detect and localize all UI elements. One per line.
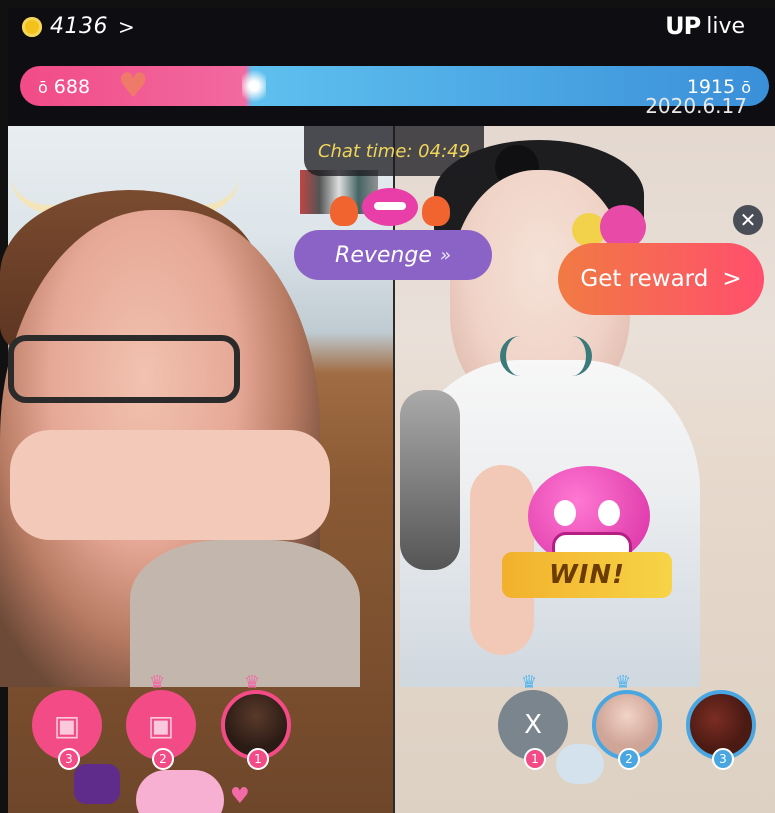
mascot-face bbox=[362, 188, 418, 226]
right-seat-2[interactable]: ♛ 2 bbox=[592, 672, 662, 770]
left-score: ō 688 bbox=[38, 76, 90, 98]
crown-icon: ♛ bbox=[615, 672, 632, 693]
coin-icon bbox=[22, 16, 42, 37]
right-seat-1[interactable]: ♛ X 1 bbox=[498, 672, 568, 770]
double-chevron-icon: » bbox=[439, 244, 451, 266]
microphone bbox=[400, 390, 460, 570]
heart-icon: ♥ bbox=[230, 784, 250, 809]
vip-emblem-icon bbox=[74, 764, 120, 804]
seat-rank: 1 bbox=[247, 748, 269, 770]
seat-rank: 1 bbox=[524, 748, 546, 770]
glasses bbox=[8, 335, 240, 403]
coin-balance[interactable]: 4136 > bbox=[22, 14, 135, 39]
revenge-label: Revenge bbox=[335, 242, 432, 268]
left-score-value: 688 bbox=[53, 76, 91, 98]
logo-text: live bbox=[706, 13, 745, 39]
close-reward-button[interactable]: ✕ bbox=[733, 205, 763, 235]
win-badge: WIN! bbox=[492, 446, 682, 602]
coin-arrow-icon: > bbox=[118, 14, 135, 39]
seat-rank: 2 bbox=[618, 748, 640, 770]
crown-icon: ♛ bbox=[521, 672, 538, 693]
right-seat-3[interactable]: 3 bbox=[686, 690, 756, 770]
revenge-button[interactable]: Revenge » bbox=[294, 230, 492, 280]
left-seat-2[interactable]: ♛ ▣ 2 bbox=[126, 672, 196, 770]
win-ribbon: WIN! bbox=[502, 552, 672, 598]
seat-rank: 2 bbox=[152, 748, 174, 770]
chair-icon: ▣ bbox=[53, 708, 81, 742]
chevron-right-icon: > bbox=[722, 266, 742, 292]
win-mascot-icon bbox=[528, 466, 650, 566]
chat-time-badge: Chat time: 04:49 bbox=[304, 126, 484, 176]
empty-seat-label: X bbox=[524, 710, 542, 740]
logo-mark: UP bbox=[665, 12, 701, 40]
crown-icon: ♛ bbox=[149, 672, 166, 693]
cloud-mascot-icon bbox=[556, 744, 604, 784]
date-watermark: 2020.6.17 bbox=[645, 94, 747, 118]
left-streamer-shirt bbox=[130, 540, 360, 687]
mascot-blob bbox=[136, 770, 224, 813]
get-reward-button[interactable]: Get reward > bbox=[558, 243, 764, 315]
left-streamer-hand bbox=[10, 430, 330, 540]
live-stream-screen: 4136 > UP live ō 688 1915 ō 2020.6.17 ♥ … bbox=[0, 0, 775, 813]
crown-icon: ♛ bbox=[244, 672, 261, 693]
left-seat-1[interactable]: ♛ 1 bbox=[221, 672, 291, 770]
score-icon: ō bbox=[38, 77, 48, 97]
chair-icon: ▣ bbox=[147, 708, 175, 742]
dress-collar bbox=[500, 336, 592, 376]
app-logo: UP live bbox=[665, 12, 745, 40]
seat-rank: 3 bbox=[712, 748, 734, 770]
revenge-mascot bbox=[330, 182, 450, 234]
flame-icon bbox=[422, 196, 450, 226]
reward-label: Get reward bbox=[580, 266, 709, 292]
heart-sticker-icon: ♥ bbox=[118, 66, 149, 106]
progress-spark bbox=[242, 66, 266, 106]
flame-icon bbox=[330, 196, 358, 226]
coin-count: 4136 bbox=[50, 14, 108, 39]
left-seat-3[interactable]: ▣ 3 bbox=[32, 690, 102, 770]
